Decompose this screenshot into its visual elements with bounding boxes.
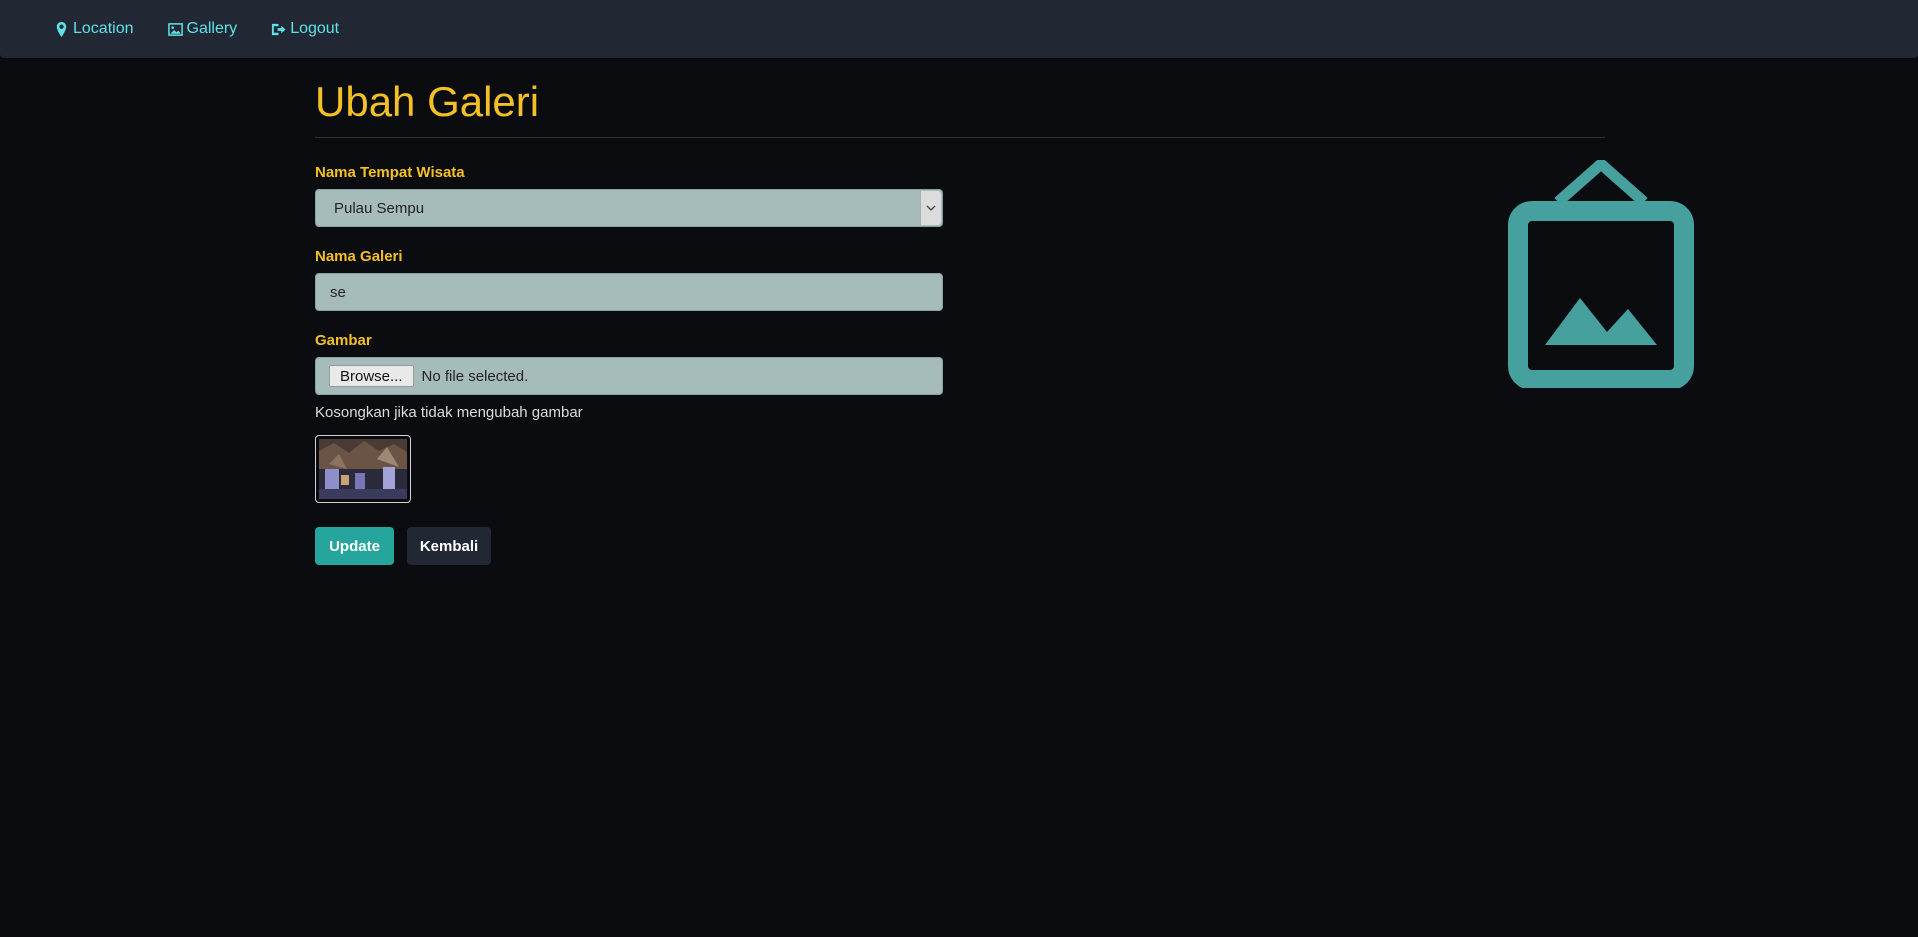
nav-logout-link[interactable]: Logout: [271, 20, 339, 38]
nav-gallery-link[interactable]: Gallery: [167, 20, 238, 38]
nav-logout-label: Logout: [290, 20, 340, 37]
place-select[interactable]: Pulau Sempu: [315, 189, 943, 227]
image-file-input[interactable]: Browse... No file selected.: [315, 357, 943, 395]
gallery-name-label: Nama Galeri: [315, 248, 403, 265]
place-label: Nama Tempat Wisata: [315, 164, 465, 181]
browse-button[interactable]: Browse...: [329, 365, 414, 387]
nav-location-label: Location: [73, 20, 134, 37]
update-button[interactable]: Update: [315, 527, 394, 565]
nav-gallery-label: Gallery: [186, 20, 238, 37]
file-status-text: No file selected.: [421, 367, 529, 385]
title-divider: [315, 137, 1605, 138]
map-marker-icon: [56, 21, 67, 37]
top-navbar: Location Gallery Logout: [0, 0, 1918, 58]
image-icon: [167, 22, 183, 36]
gallery-name-input[interactable]: se: [315, 273, 943, 311]
gallery-illustration-icon: [1508, 160, 1694, 388]
page-title: Ubah Galeri: [315, 78, 540, 125]
nav-location-link[interactable]: Location: [54, 20, 134, 38]
chevron-down-icon: [926, 205, 936, 211]
thumbnail-image: [319, 439, 407, 499]
place-select-value: Pulau Sempu: [334, 199, 425, 217]
back-button[interactable]: Kembali: [407, 527, 491, 565]
select-arrow[interactable]: [920, 191, 941, 225]
gallery-name-value: se: [330, 283, 346, 301]
image-label: Gambar: [315, 332, 372, 349]
sign-out-icon: [272, 23, 286, 35]
image-help-text: Kosongkan jika tidak mengubah gambar: [315, 404, 583, 421]
current-image-thumbnail: [315, 435, 411, 503]
